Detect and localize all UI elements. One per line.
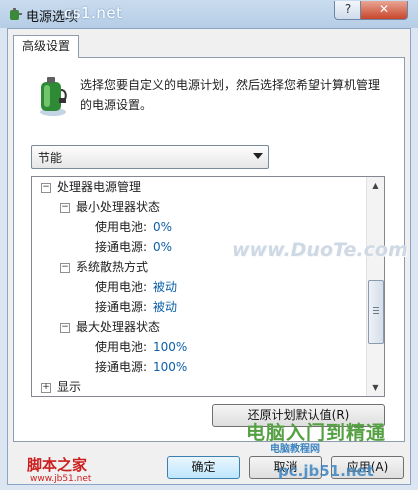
watermark-title-overlay: cs1.net [64,4,123,22]
cool-ac-label: 接通电源: [95,300,148,314]
cool-battery-label: 使用电池: [95,280,148,294]
cool-battery-value[interactable]: 被动 [153,278,177,296]
chevron-down-icon [253,153,263,159]
help-button[interactable]: ? [334,1,362,20]
battery-plug-icon [10,8,22,20]
close-button[interactable]: ✕ [360,1,408,20]
collapse-icon[interactable]: − [60,323,70,333]
power-plan-selected-value: 节能 [38,151,63,165]
max-ac-label: 接通电源: [95,360,148,374]
scroll-down-icon[interactable]: ▼ [367,379,384,396]
max-battery-value[interactable]: 100% [153,338,187,356]
title-bar: 电源选项 cs1.net ? ✕ [0,0,418,28]
grip-line [373,307,379,308]
watermark-small: 电脑教程网 [270,444,320,455]
tree-item-display[interactable]: 显示 [57,378,81,396]
scroll-thumb[interactable] [368,280,384,344]
watermark-duote: www.DuoTe.com [232,239,408,261]
tree-item-max-state[interactable]: 最大处理器状态 [76,318,160,336]
min-ac-label: 接通电源: [95,240,148,254]
max-battery-label: 使用电池: [95,340,148,354]
collapse-icon[interactable]: − [60,203,70,213]
collapse-icon[interactable]: − [41,183,51,193]
ok-button[interactable]: 确定 [167,456,240,479]
min-battery-value[interactable]: 0% [153,218,172,236]
watermark-pc: pc.jb51.net [278,462,374,480]
max-ac-value[interactable]: 100% [153,358,187,376]
settings-tree[interactable]: − 处理器电源管理 − 最小处理器状态 使用电池: 0% 接通电源: 0% − … [31,176,385,397]
watermark-red-sub: www.jb51.net [30,474,92,484]
power-plan-select[interactable]: 节能 [31,145,269,169]
expand-icon[interactable]: + [41,383,51,393]
watermark-red-main: 脚本之家 [27,456,88,474]
scroll-up-icon[interactable]: ▲ [367,177,384,194]
battery-plug-icon [40,77,67,116]
description-text: 选择您要自定义的电源计划，然后选择您希望计算机管理的电源设置。 [80,78,381,112]
tree-item-min-state[interactable]: 最小处理器状态 [76,198,160,216]
min-battery-label: 使用电池: [95,220,148,234]
cool-ac-value[interactable]: 被动 [153,298,177,316]
tab-advanced-settings[interactable]: 高级设置 [13,35,79,58]
vertical-scrollbar[interactable]: ▲ ▼ [366,177,384,396]
grip-line [373,313,379,314]
collapse-icon[interactable]: − [60,263,70,273]
tree-item-processor[interactable]: 处理器电源管理 [57,178,141,196]
tree-item-cooling[interactable]: 系统散热方式 [76,258,148,276]
grip-line [373,310,379,311]
min-ac-value[interactable]: 0% [153,238,172,256]
